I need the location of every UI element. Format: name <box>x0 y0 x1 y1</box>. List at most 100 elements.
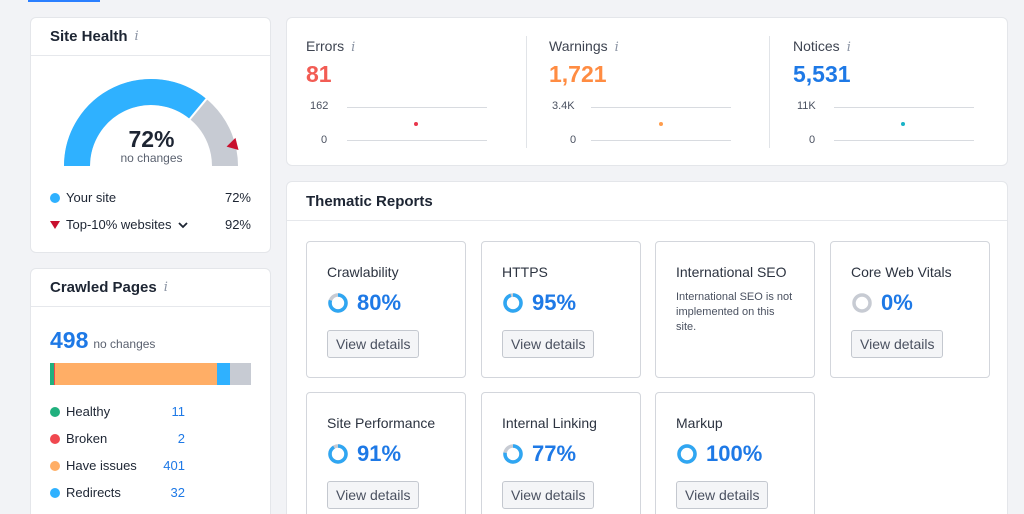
tile-score: 80% <box>327 290 401 316</box>
view-details-button[interactable]: View details <box>676 481 769 509</box>
site-health-percent: 72% <box>128 126 175 152</box>
legend-value[interactable]: 11 <box>172 404 186 419</box>
warnings-label: Warnings i <box>549 38 619 55</box>
crawled-count[interactable]: 498 <box>50 327 88 354</box>
notices-count[interactable]: 5,531 <box>793 61 851 88</box>
divider <box>526 36 527 148</box>
report-tile-markup[interactable]: Markup 100% View details <box>655 392 815 514</box>
warnings-axis-bottom: 0 <box>570 134 577 146</box>
bar-segment-have-issues[interactable] <box>55 363 218 385</box>
notices-gridline-top <box>834 107 974 108</box>
info-icon[interactable]: i <box>615 40 619 55</box>
progress-ring-icon <box>503 293 523 313</box>
tile-score: 100% <box>676 441 762 467</box>
progress-ring-icon <box>328 444 348 464</box>
report-tile-site-performance[interactable]: Site Performance 91% View details <box>306 392 466 514</box>
your-site-dot <box>50 192 60 203</box>
view-details-button[interactable]: View details <box>502 330 595 358</box>
notices-axis-top: 11K <box>797 100 816 112</box>
crawled-pages-header: Crawled Pages i <box>31 269 270 307</box>
your-site-label: Your site <box>66 190 117 205</box>
bar-segment-redirects[interactable] <box>217 363 230 385</box>
report-tile-crawlability[interactable]: Crawlability 80% View details <box>306 241 466 378</box>
report-tile-internal-linking[interactable]: Internal Linking 77% View details <box>481 392 641 514</box>
crawled-stacked-bar <box>50 363 251 385</box>
notices-metric: Notices i 5,531 <box>793 38 851 88</box>
top10-triangle-icon <box>50 220 60 229</box>
errors-axis-bottom: 0 <box>321 134 328 146</box>
site-health-header: Site Health i <box>31 18 270 56</box>
notices-gridline-bottom <box>834 140 974 141</box>
progress-ring-fill <box>328 444 348 464</box>
site-health-title: Site Health <box>50 28 128 45</box>
bar-segment-blocked[interactable] <box>229 363 251 385</box>
legend-value[interactable]: 2 <box>178 431 185 446</box>
report-tile-https[interactable]: HTTPS 95% View details <box>481 241 641 378</box>
issues-summary-card: Errors i 81 162 0 Warnings i 1,721 3.4K 0 … <box>286 17 1008 166</box>
errors-count[interactable]: 81 <box>306 61 355 88</box>
legend-healthy: Healthy 11 <box>50 404 185 419</box>
progress-ring-fill <box>677 444 697 464</box>
legend-label: Broken <box>66 431 108 446</box>
have-issues-dot <box>50 460 60 471</box>
errors-gridline-bottom <box>347 140 487 141</box>
tile-title: Markup <box>676 415 723 431</box>
tile-title: International SEO <box>676 264 787 280</box>
divider <box>769 36 770 148</box>
tile-title: Internal Linking <box>502 415 597 431</box>
site-health-card: Site Health i 72% no changes Your site 7… <box>30 17 271 253</box>
legend-broken: Broken 2 <box>50 431 185 446</box>
view-details-button[interactable]: View details <box>327 481 420 509</box>
crawled-count-row: 498 no changes <box>50 327 155 354</box>
tile-score: 95% <box>502 290 576 316</box>
crawled-pages-title: Crawled Pages <box>50 279 157 296</box>
legend-have-issues: Have issues 401 <box>50 458 185 473</box>
broken-dot <box>50 433 60 444</box>
chevron-down-icon[interactable] <box>177 217 188 232</box>
tile-title: Core Web Vitals <box>851 264 952 280</box>
site-health-gauge <box>64 79 239 167</box>
tile-score: 77% <box>502 441 576 467</box>
view-details-button[interactable]: View details <box>502 481 595 509</box>
warnings-metric: Warnings i 1,721 <box>549 38 619 88</box>
info-icon[interactable]: i <box>135 29 139 44</box>
top10-value: 92% <box>224 217 251 232</box>
legend-value[interactable]: 401 <box>163 458 185 473</box>
tile-title: HTTPS <box>502 264 548 280</box>
progress-ring-icon <box>328 293 348 313</box>
progress-ring-fill <box>503 293 523 313</box>
info-icon[interactable]: i <box>847 40 851 55</box>
tile-score: 0% <box>851 290 913 316</box>
tile-score: 91% <box>327 441 401 467</box>
thematic-reports-title: Thematic Reports <box>306 192 433 210</box>
view-details-button[interactable]: View details <box>327 330 420 358</box>
legend-redirects: Redirects 32 <box>50 485 185 500</box>
report-tile-core-web-vitals[interactable]: Core Web Vitals 0% View details <box>830 241 990 378</box>
top10-label: Top-10% websites <box>66 217 172 232</box>
report-tile-international-seo[interactable]: International SEO International SEO is n… <box>655 241 815 378</box>
legend-value[interactable]: 32 <box>171 485 185 500</box>
tile-title: Site Performance <box>327 415 436 431</box>
errors-label: Errors i <box>306 38 356 55</box>
tile-title: Crawlability <box>327 264 399 280</box>
healthy-dot <box>50 406 60 417</box>
warnings-gridline-top <box>591 107 731 108</box>
your-site-row: Your site 72% <box>50 190 251 205</box>
redirects-dot <box>50 487 60 498</box>
info-icon[interactable]: i <box>351 40 355 55</box>
thematic-reports-header: Thematic Reports <box>287 182 1007 221</box>
site-health-change: no changes <box>120 151 183 165</box>
warnings-gridline-bottom <box>591 140 731 141</box>
legend-label: Redirects <box>66 485 121 500</box>
your-site-value: 72% <box>224 190 251 205</box>
view-details-button[interactable]: View details <box>851 330 944 358</box>
errors-axis-top: 162 <box>310 100 329 112</box>
info-icon[interactable]: i <box>164 280 168 295</box>
top10-row[interactable]: Top-10% websites 92% <box>50 217 251 232</box>
thematic-reports-card: Thematic Reports Crawlability 80% View d… <box>286 181 1008 514</box>
warnings-count[interactable]: 1,721 <box>549 61 619 88</box>
progress-ring-icon <box>852 293 872 313</box>
errors-gridline-top <box>347 107 487 108</box>
errors-metric: Errors i 81 <box>306 38 355 88</box>
warnings-sparkline-point <box>659 122 663 126</box>
